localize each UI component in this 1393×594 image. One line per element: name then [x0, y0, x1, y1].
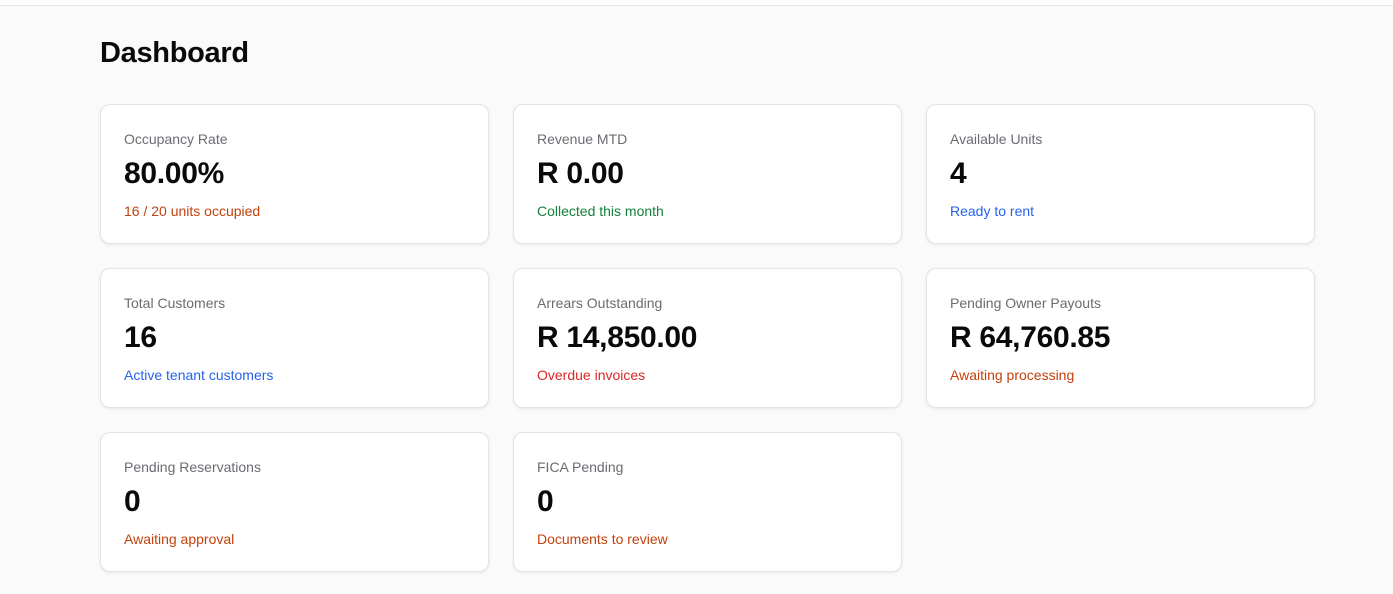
card-arrears-outstanding[interactable]: Arrears Outstanding R 14,850.00 Overdue … [513, 268, 902, 408]
card-pending-reservations[interactable]: Pending Reservations 0 Awaiting approval [100, 432, 489, 572]
card-subtitle: Awaiting processing [950, 367, 1075, 383]
card-subtitle: 16 / 20 units occupied [124, 203, 261, 219]
card-label: Pending Owner Payouts [950, 295, 1101, 311]
card-value: 4 [950, 157, 967, 190]
card-total-customers[interactable]: Total Customers 16 Active tenant custome… [100, 268, 489, 408]
card-value: 16 [124, 321, 157, 354]
card-label: Available Units [950, 131, 1043, 147]
top-bar-border [0, 0, 1393, 6]
card-available-units[interactable]: Available Units 4 Ready to rent [926, 104, 1315, 244]
card-subtitle: Ready to rent [950, 203, 1035, 219]
card-label: Arrears Outstanding [537, 295, 663, 311]
card-subtitle: Overdue invoices [537, 367, 646, 383]
card-fica-pending[interactable]: FICA Pending 0 Documents to review [513, 432, 902, 572]
card-label: FICA Pending [537, 459, 624, 475]
card-pending-owner-payouts[interactable]: Pending Owner Payouts R 64,760.85 Awaiti… [926, 268, 1315, 408]
card-subtitle: Active tenant customers [124, 367, 274, 383]
card-value: R 14,850.00 [537, 321, 698, 354]
card-revenue-mtd[interactable]: Revenue MTD R 0.00 Collected this month [513, 104, 902, 244]
card-value: R 64,760.85 [950, 321, 1111, 354]
card-value: R 0.00 [537, 157, 624, 190]
card-label: Pending Reservations [124, 459, 261, 475]
card-value: 0 [124, 485, 141, 518]
card-label: Occupancy Rate [124, 131, 228, 147]
card-label: Revenue MTD [537, 131, 628, 147]
card-value: 0 [537, 485, 554, 518]
card-occupancy-rate[interactable]: Occupancy Rate 80.00% 16 / 20 units occu… [100, 104, 489, 244]
page-title: Dashboard [100, 37, 249, 69]
card-value: 80.00% [124, 157, 224, 190]
card-subtitle: Documents to review [537, 531, 668, 547]
card-subtitle: Collected this month [537, 203, 664, 219]
card-label: Total Customers [124, 295, 226, 311]
card-subtitle: Awaiting approval [124, 531, 235, 547]
